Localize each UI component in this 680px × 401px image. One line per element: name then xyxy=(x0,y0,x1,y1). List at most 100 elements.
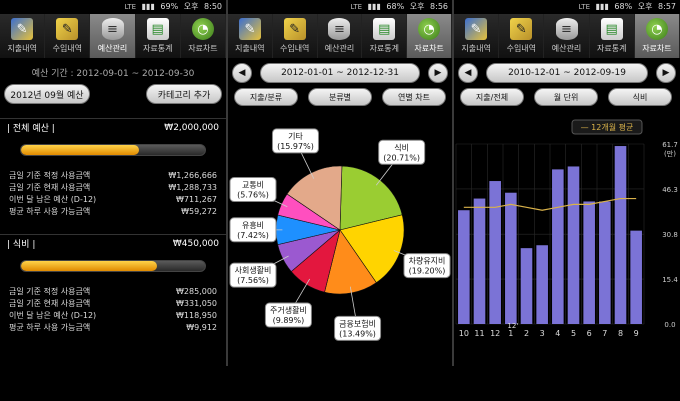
filter-by-category[interactable]: 분류별 xyxy=(308,88,372,106)
section-header[interactable]: | 전체 예산 | ₩2,000,000 xyxy=(0,118,226,136)
screenshot-root: LTE ▮▮▮ 69% 오후 8:50 ✎ 지출내역 ✎ 수입내역 ≡ 예산관리 ▤ 자… xyxy=(0,0,680,401)
tab-chart[interactable]: ◔ 자료차트 xyxy=(407,14,452,58)
pie-slice-percent: (9.89%) xyxy=(273,316,305,325)
bar xyxy=(583,201,595,324)
x-tick-label: 6 xyxy=(587,329,592,338)
x-tick-label: 4 xyxy=(555,329,560,338)
pie-slice-label: 유흥비 xyxy=(242,220,264,230)
row-label: 평균 하루 사용 가능금액 xyxy=(9,323,91,332)
x-tick-label: 5 xyxy=(571,329,576,338)
tab-expense[interactable]: ✎ 지출내역 xyxy=(454,14,500,58)
bar xyxy=(614,146,627,324)
network-label: LTE xyxy=(578,3,591,11)
tab-budget[interactable]: ≡ 예산관리 xyxy=(544,14,590,58)
list-item: 평균 하루 사용 가능금액 ₩59,272 xyxy=(0,206,226,218)
tab-income[interactable]: ✎ 수입내역 xyxy=(273,14,318,58)
signal-icon: ▮▮▮ xyxy=(595,2,609,11)
year-marker-label: 12' xyxy=(507,322,518,330)
chart-filter-row: 지출/분류 분류별 연별 차트 xyxy=(232,88,448,106)
prev-period-button[interactable]: ◀ xyxy=(232,63,252,83)
tab-statistics[interactable]: ▤ 자료통계 xyxy=(362,14,408,58)
section-title: | 식비 | xyxy=(7,240,36,250)
ampm-label: 오후 xyxy=(637,2,653,11)
y-tick-label: 30.8 xyxy=(662,231,678,239)
tab-label: 지출내역 xyxy=(235,44,265,53)
pie-slice-percent: (19.20%) xyxy=(409,267,446,276)
month-budget-button[interactable]: 2012년 09월 예산 xyxy=(4,84,90,104)
filter-expense-all[interactable]: 지출/전체 xyxy=(460,88,524,106)
row-label: 이번 달 남은 예산 (D-12) xyxy=(9,195,97,204)
pie-slice-label: 사회생활비 xyxy=(235,265,272,275)
row-value: ₩285,000 xyxy=(176,287,217,296)
clock-label: 8:50 xyxy=(204,2,222,11)
row-value: ₩711,267 xyxy=(176,195,217,204)
tab-chart[interactable]: ◔ 자료차트 xyxy=(181,14,226,58)
chart-filter-row: 지출/전체 월 단위 식비 xyxy=(458,88,676,106)
progress-fill xyxy=(21,145,139,155)
ampm-label: 오후 xyxy=(409,2,425,11)
tab-statistics[interactable]: ▤ 자료통계 xyxy=(136,14,181,58)
row-label: 금일 기준 현재 사용금액 xyxy=(9,299,91,308)
x-tick-label: 3 xyxy=(540,329,545,338)
bar xyxy=(630,230,642,324)
list-item: 금일 기준 현재 사용금액 ₩331,050 xyxy=(0,298,226,310)
legend-label: — 12개월 평균 xyxy=(581,122,634,132)
date-range-button[interactable]: 2010-12-01 ~ 2012-09-19 xyxy=(486,63,648,83)
date-range-button[interactable]: 2012-01-01 ~ 2012-12-31 xyxy=(260,63,420,83)
tab-label: 자료통계 xyxy=(369,44,400,53)
filter-yearly-chart[interactable]: 연별 차트 xyxy=(382,88,446,106)
date-navigation: ◀ 2012-01-01 ~ 2012-12-31 ▶ xyxy=(232,63,448,83)
note-icon: ✎ xyxy=(56,18,79,40)
x-tick-label: 10 xyxy=(459,329,469,338)
next-period-button[interactable]: ▶ xyxy=(428,63,448,83)
database-icon: ≡ xyxy=(101,18,124,40)
filter-expense-category[interactable]: 지출/분류 xyxy=(234,88,298,106)
next-period-button[interactable]: ▶ xyxy=(656,63,676,83)
x-tick-label: 8 xyxy=(618,329,623,338)
tab-expense[interactable]: ✎ 지출내역 xyxy=(228,14,273,58)
tab-label: 수입내역 xyxy=(52,44,83,53)
row-value: ₩331,050 xyxy=(176,299,217,308)
x-tick-label: 7 xyxy=(602,329,607,338)
signal-icon: ▮▮▮ xyxy=(367,2,381,11)
row-value: ₩59,272 xyxy=(181,207,217,216)
prev-period-button[interactable]: ◀ xyxy=(458,63,478,83)
budget-progress-bar xyxy=(20,144,206,156)
y-tick-label: 0.0 xyxy=(664,321,675,329)
tab-income[interactable]: ✎ 수입내역 xyxy=(45,14,91,58)
row-value: ₩9,912 xyxy=(186,323,217,332)
document-icon: ▤ xyxy=(373,18,396,40)
tab-statistics[interactable]: ▤ 자료통계 xyxy=(590,14,635,58)
budget-panel: LTE ▮▮▮ 69% 오후 8:50 ✎ 지출내역 ✎ 수입내역 ≡ 예산관리 ▤ 자… xyxy=(0,0,226,366)
bar xyxy=(520,248,533,324)
row-value: ₩1,288,733 xyxy=(168,183,217,192)
list-item: 이번 달 남은 예산 (D-12) ₩711,267 xyxy=(0,194,226,206)
tab-chart[interactable]: ◔ 자료차트 xyxy=(634,14,680,58)
tab-income[interactable]: ✎ 수입내역 xyxy=(499,14,545,58)
add-category-button[interactable]: 카테고리 추가 xyxy=(146,84,222,104)
tab-bar: ✎ 지출내역 ✎ 수입내역 ≡ 예산관리 ▤ 자료통계 ◔ 자료차트 xyxy=(0,14,226,58)
x-tick-label: 9 xyxy=(634,329,639,338)
pie-slice-percent: (15.97%) xyxy=(277,142,314,151)
tab-label: 자료차트 xyxy=(188,44,218,53)
tab-expense[interactable]: ✎ 지출내역 xyxy=(0,14,46,58)
filter-food[interactable]: 식비 xyxy=(608,88,672,106)
bar xyxy=(489,181,501,324)
row-label: 평균 하루 사용 가능금액 xyxy=(9,207,91,216)
pie-slice-label: 교통비 xyxy=(242,181,264,190)
tab-label: 수입내역 xyxy=(506,44,537,53)
pie-slice-percent: (7.42%) xyxy=(237,231,269,240)
filter-monthly[interactable]: 월 단위 xyxy=(534,88,598,106)
tab-label: 예산관리 xyxy=(97,44,128,53)
list-item: 금일 기준 현재 사용금액 ₩1,288,733 xyxy=(0,182,226,194)
bar xyxy=(599,201,611,324)
status-bar: LTE ▮▮▮ 68% 오후 8:57 xyxy=(454,0,680,14)
row-label: 금일 기준 현재 사용금액 xyxy=(9,183,91,192)
tab-budget[interactable]: ≡ 예산관리 xyxy=(90,14,136,58)
pie-slice-percent: (5.76%) xyxy=(237,191,269,200)
food-budget-section: | 식비 | ₩450,000 금일 기준 적정 사용금액 ₩285,000 금일… xyxy=(0,234,226,334)
section-header[interactable]: | 식비 | ₩450,000 xyxy=(0,234,226,252)
row-label: 이번 달 남은 예산 (D-12) xyxy=(9,311,97,320)
tab-budget[interactable]: ≡ 예산관리 xyxy=(318,14,363,58)
network-label: LTE xyxy=(124,3,137,11)
